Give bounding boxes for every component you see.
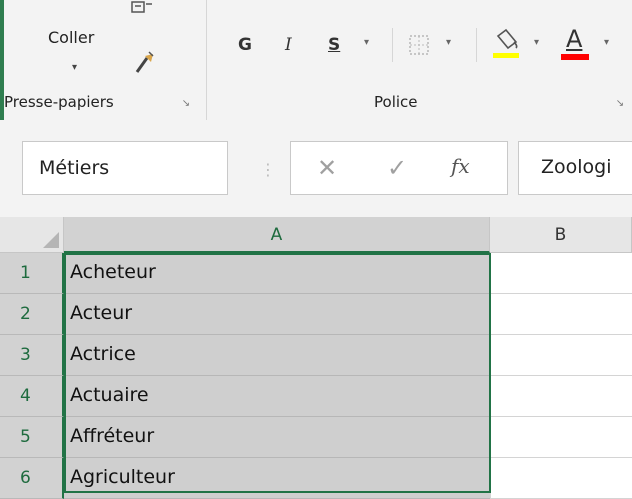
italic-button[interactable]: I bbox=[285, 34, 292, 56]
cell-value: Agriculteur bbox=[70, 466, 175, 488]
cell-value: Actuaire bbox=[70, 384, 149, 406]
cell-a[interactable]: Actuaire bbox=[64, 376, 490, 417]
name-box-value: Métiers bbox=[39, 157, 110, 179]
fill-color-icon[interactable] bbox=[490, 28, 524, 62]
font-color-letter: A bbox=[566, 25, 583, 53]
cell-value: Actrice bbox=[70, 343, 136, 365]
column-header-b[interactable]: B bbox=[490, 217, 632, 253]
chevron-down-icon[interactable]: ▾ bbox=[364, 37, 369, 48]
row-number: 6 bbox=[20, 468, 31, 488]
row-header[interactable]: 5 bbox=[0, 417, 64, 458]
chevron-down-icon[interactable]: ▾ bbox=[604, 37, 609, 48]
name-box[interactable]: Métiers bbox=[22, 141, 228, 195]
formula-content: Zoologi bbox=[541, 156, 612, 178]
row-number: 1 bbox=[20, 263, 31, 283]
cell-a[interactable]: Acteur bbox=[64, 294, 490, 335]
row-number: 5 bbox=[20, 427, 31, 447]
row-header[interactable]: 2 bbox=[0, 294, 64, 335]
cell-value: Affréteur bbox=[70, 425, 155, 447]
column-header-a[interactable]: A bbox=[64, 217, 490, 253]
clipboard-group-label: Presse-papiers bbox=[4, 93, 114, 111]
cell-a[interactable]: Affréteur bbox=[64, 417, 490, 458]
cell-b[interactable] bbox=[490, 253, 632, 294]
dialog-launcher-icon[interactable]: ↘ bbox=[614, 98, 626, 110]
row-number: 3 bbox=[20, 345, 31, 365]
formula-input[interactable]: Zoologi bbox=[518, 141, 632, 195]
chevron-down-icon[interactable]: ▾ bbox=[534, 37, 539, 48]
borders-icon[interactable] bbox=[408, 34, 430, 56]
row-header[interactable]: 1 bbox=[0, 253, 64, 294]
ribbon: Coller ▾ Presse-papiers ↘ G I S ▾ ▾ ▾ A … bbox=[0, 0, 632, 120]
format-painter-icon[interactable] bbox=[123, 50, 157, 76]
resize-handle[interactable]: ⋮ bbox=[260, 160, 276, 179]
insert-function-icon[interactable]: fx bbox=[451, 154, 470, 178]
chevron-down-icon[interactable]: ▾ bbox=[446, 37, 451, 48]
row-header[interactable]: 3 bbox=[0, 335, 64, 376]
bold-button[interactable]: G bbox=[238, 34, 252, 56]
cancel-icon[interactable]: ✕ bbox=[317, 154, 337, 182]
cell-b[interactable] bbox=[490, 376, 632, 417]
cell-b[interactable] bbox=[490, 335, 632, 376]
underline-button[interactable]: S bbox=[328, 34, 340, 56]
group-divider bbox=[206, 0, 207, 120]
row-number: 2 bbox=[20, 304, 31, 324]
enter-icon[interactable]: ✓ bbox=[387, 154, 407, 182]
formula-actions: ✕ ✓ fx bbox=[290, 141, 508, 195]
chevron-down-icon[interactable]: ▾ bbox=[72, 62, 77, 73]
font-group-label: Police bbox=[374, 93, 418, 111]
cell-b[interactable] bbox=[490, 294, 632, 335]
cell-a[interactable]: Actrice bbox=[64, 335, 490, 376]
dialog-launcher-icon[interactable]: ↘ bbox=[180, 98, 192, 110]
row-header[interactable]: 4 bbox=[0, 376, 64, 417]
font-color-swatch bbox=[561, 54, 589, 60]
row-number: 4 bbox=[20, 386, 31, 406]
cell-value: Acteur bbox=[70, 302, 133, 324]
divider bbox=[392, 28, 393, 62]
cell-a[interactable]: Acheteur bbox=[64, 253, 490, 294]
cell-b[interactable] bbox=[490, 417, 632, 458]
clipboard-icon bbox=[131, 1, 152, 13]
cell-value: Acheteur bbox=[70, 261, 156, 283]
paste-label: Coller bbox=[48, 28, 95, 47]
divider bbox=[476, 28, 477, 62]
select-all-corner[interactable] bbox=[0, 217, 64, 253]
